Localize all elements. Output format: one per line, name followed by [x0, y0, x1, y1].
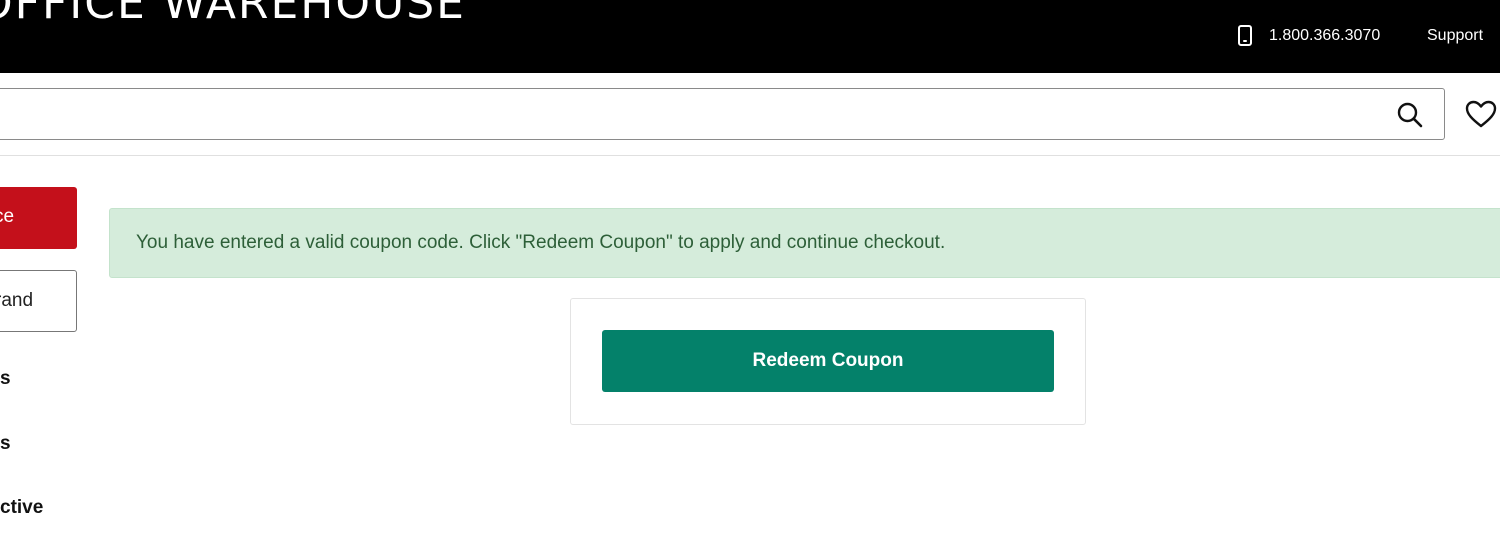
- redeem-coupon-button[interactable]: Redeem Coupon: [602, 330, 1054, 392]
- search-icon[interactable]: [1395, 100, 1425, 130]
- top-header: OFFICE WAREHOUSE 1.800.366.3070 Support: [0, 0, 1500, 73]
- heart-icon[interactable]: [1464, 99, 1498, 129]
- phone-contact[interactable]: 1.800.366.3070: [1238, 25, 1380, 46]
- sidebar-brand-button[interactable]: rand: [0, 270, 77, 332]
- coupon-success-alert: You have entered a valid coupon code. Cl…: [109, 208, 1500, 278]
- sidebar-link-1[interactable]: s: [0, 368, 11, 390]
- sidebar-link-3[interactable]: ctive: [0, 497, 43, 519]
- phone-number[interactable]: 1.800.366.3070: [1269, 27, 1380, 45]
- sidebar-primary-label: ce: [0, 206, 15, 227]
- store-logo[interactable]: OFFICE WAREHOUSE: [0, 0, 466, 29]
- sidebar-link-2[interactable]: s: [0, 433, 11, 455]
- header-divider: [0, 155, 1500, 156]
- phone-icon: [1238, 25, 1252, 46]
- alert-message: You have entered a valid coupon code. Cl…: [136, 232, 946, 253]
- support-link[interactable]: Support: [1427, 27, 1483, 45]
- sidebar-brand-label: rand: [0, 290, 34, 311]
- search-input[interactable]: [0, 88, 1445, 140]
- sidebar-primary-button[interactable]: ce: [0, 187, 77, 249]
